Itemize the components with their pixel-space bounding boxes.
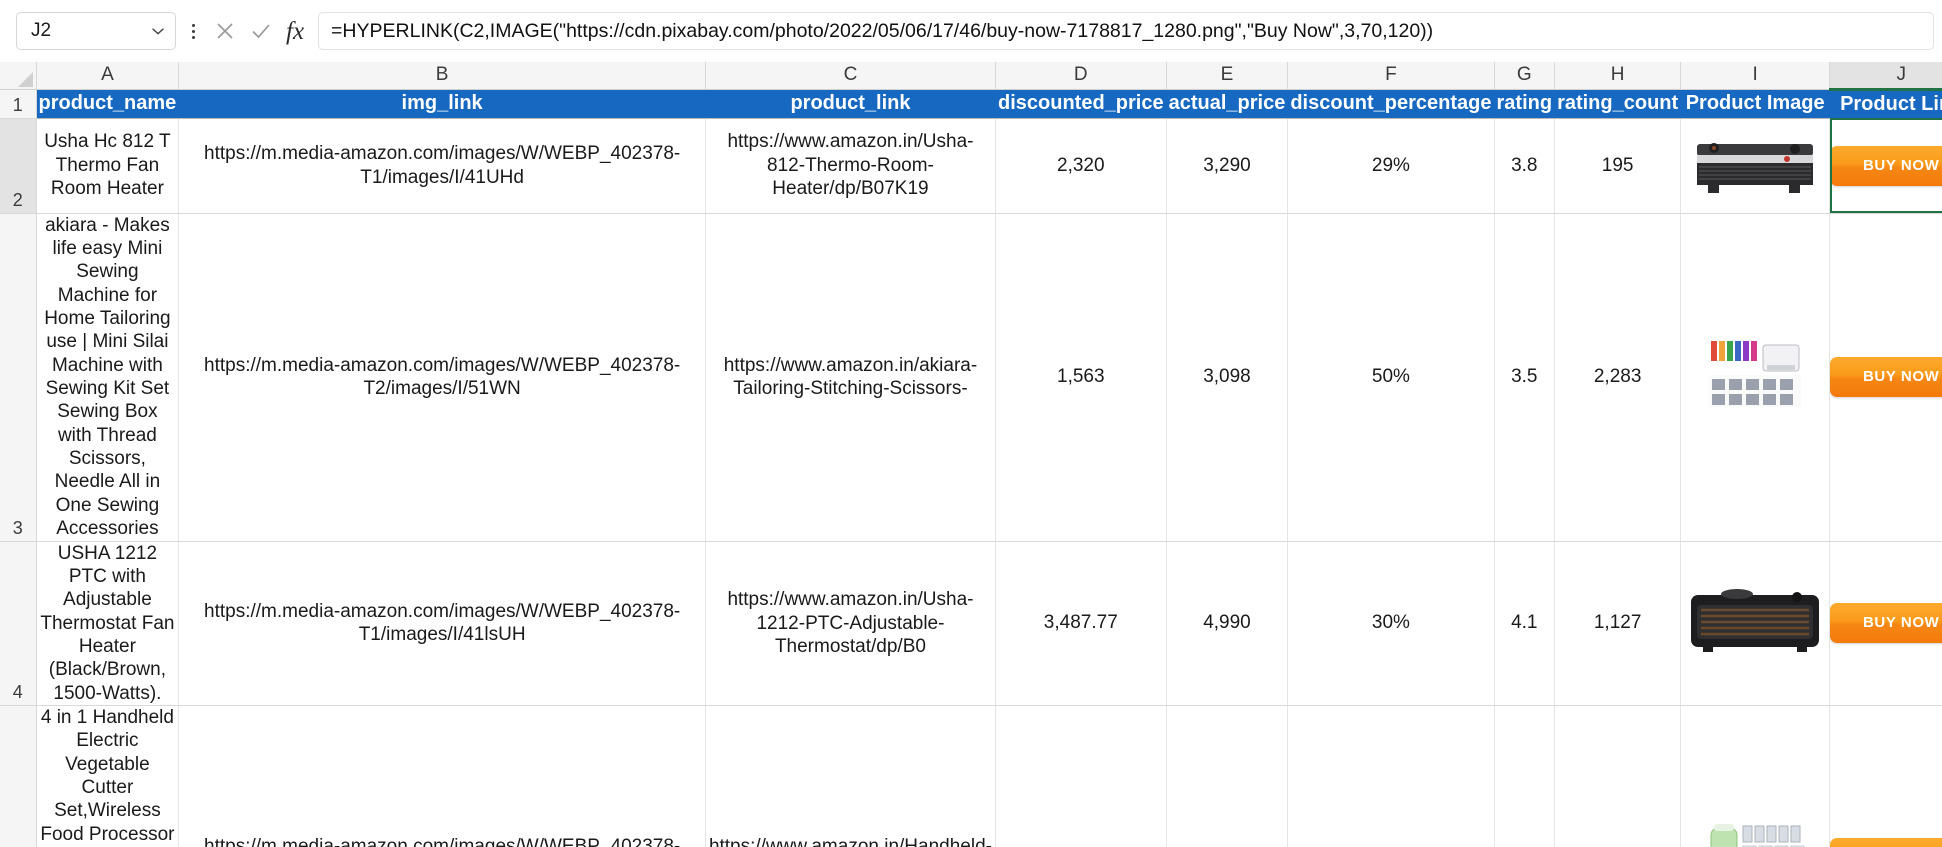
column-header-row: A B C D E F G H I J K [0,62,1942,91]
column-header-i[interactable]: I [1680,62,1831,90]
name-box[interactable]: J2 [16,12,176,50]
cell-discount-percentage[interactable]: 50% [1287,213,1495,542]
cell-actual-price[interactable]: 4,990 [1166,541,1289,707]
fx-icon[interactable]: fx [284,19,306,44]
cell-discount-percentage[interactable]: 29% [1287,118,1495,214]
cell-buy-now-button[interactable]: BUY NOW [1829,118,1942,214]
cell-discount-percentage[interactable]: 30% [1287,541,1495,707]
cell-product-link[interactable]: https://www.amazon.in/Usha-1212-PTC-Adju… [705,541,996,707]
spreadsheet-grid[interactable]: A B C D E F G H I J K 1 product_name img… [0,62,1942,847]
row-number-1[interactable]: 1 [0,89,37,119]
select-all-triangle-icon [17,71,33,87]
cell-product-name[interactable]: akiara - Makes life easy Mini Sewing Mac… [36,213,180,542]
column-header-g[interactable]: G [1494,62,1556,90]
header-product-image: Product Image [1680,89,1831,119]
cell-discount-percentage[interactable]: 59% [1287,705,1495,847]
cell-product-image[interactable] [1680,213,1831,542]
cell-discounted-price[interactable]: 2,320 [995,118,1167,214]
enter-check-icon[interactable] [248,18,274,44]
column-header-c[interactable]: C [705,62,996,90]
cell-product-image[interactable] [1680,705,1831,847]
cell-discounted-price[interactable]: 498 [995,705,1167,847]
header-rating: rating [1494,89,1556,119]
header-product-link-col: Product Link [1829,89,1942,119]
formula-bar: J2 fx =HYPERLINK(C2,IMAGE("https://cdn.p… [0,0,1942,62]
cancel-x-icon[interactable] [212,18,238,44]
cell-product-link[interactable]: https://www.amazon.in/akiara-Tailoring-S… [705,213,996,542]
cell-product-link[interactable]: https://www.amazon.in/Usha-812-Thermo-Ro… [705,118,996,214]
buy-now-button[interactable]: BUY NOW [1830,145,1942,186]
cell-img-link[interactable]: https://m.media-amazon.com/images/W/WEBP… [178,118,706,214]
cell-img-link[interactable]: https://m.media-amazon.com/images/W/WEBP… [178,705,706,847]
cell-buy-now-button[interactable]: BUY NOW [1829,541,1942,707]
row-number-2[interactable]: 2 [0,118,37,214]
table-row: 3 akiara - Makes life easy Mini Sewing M… [0,213,1942,542]
cell-rating-count[interactable]: 1,127 [1554,541,1682,707]
fan-heater-photo [1681,583,1829,657]
cell-img-link[interactable]: https://m.media-amazon.com/images/W/WEBP… [178,541,706,707]
column-header-e[interactable]: E [1166,62,1289,90]
header-actual-price: actual_price [1166,89,1289,119]
header-img-link: img_link [178,89,706,119]
column-header-d[interactable]: D [995,62,1167,90]
table-row: 5 4 in 1 Handheld Electric Vegetable Cut… [0,705,1942,847]
sewing-machine-photo [1681,337,1829,411]
buy-now-button[interactable]: BUY NOW [1830,603,1942,644]
table-header-row: 1 product_name img_link product_link dis… [0,89,1942,119]
cell-img-link[interactable]: https://m.media-amazon.com/images/W/WEBP… [178,213,706,542]
select-all-corner[interactable] [0,62,37,90]
table-row: 4 USHA 1212 PTC with Adjustable Thermost… [0,541,1942,707]
cell-product-image[interactable] [1680,541,1831,707]
cell-rating[interactable]: 3.8 [1494,118,1556,214]
cell-rating-count[interactable]: 113 [1554,705,1682,847]
cell-actual-price[interactable]: 3,290 [1166,118,1289,214]
cell-rating-count[interactable]: 2,283 [1554,213,1682,542]
cell-actual-price[interactable]: 3,098 [1166,213,1289,542]
row-number-5[interactable]: 5 [0,705,37,847]
header-discounted-price: discounted_price [995,89,1167,119]
table-row: 2 Usha Hc 812 T Thermo Fan Room Heater h… [0,118,1942,214]
chevron-down-icon[interactable] [149,22,167,40]
kebab-menu-icon[interactable] [180,12,206,50]
cell-actual-price[interactable]: 1,200 [1166,705,1289,847]
column-header-b[interactable]: B [178,62,706,90]
formula-input[interactable]: =HYPERLINK(C2,IMAGE("https://cdn.pixabay… [318,12,1934,50]
column-header-j[interactable]: J [1829,62,1942,91]
cell-rating[interactable]: 4.1 [1494,541,1556,707]
header-product-link: product_link [705,89,996,119]
header-product-name: product_name [36,89,180,119]
sheet-table: A B C D E F G H I J K 1 product_name img… [0,62,1942,847]
cell-rating-count[interactable]: 195 [1554,118,1682,214]
cell-discounted-price[interactable]: 1,563 [995,213,1167,542]
header-rating-count: rating_count [1554,89,1682,119]
cell-buy-now-button[interactable]: BUY NOW [1829,705,1942,847]
cell-product-link[interactable]: https://www.amazon.in/Handheld-Electric-… [705,705,996,847]
cell-product-name[interactable]: 4 in 1 Handheld Electric Vegetable Cutte… [36,705,180,847]
column-header-h[interactable]: H [1554,62,1682,90]
name-box-value: J2 [31,20,52,41]
row-number-3[interactable]: 3 [0,213,37,542]
cell-product-name[interactable]: USHA 1212 PTC with Adjustable Thermostat… [36,541,180,707]
cell-buy-now-button[interactable]: BUY NOW [1829,213,1942,542]
cell-discounted-price[interactable]: 3,487.77 [995,541,1167,707]
room-heater-photo [1681,126,1829,200]
buy-now-button[interactable]: BUY NOW [1830,837,1942,847]
cell-rating[interactable]: 3.5 [1494,213,1556,542]
cell-rating[interactable]: 3.2 [1494,705,1556,847]
vegetable-cutter-photo [1681,818,1829,847]
buy-now-button[interactable]: BUY NOW [1830,357,1942,398]
cell-product-image[interactable] [1680,118,1831,214]
header-discount-percentage: discount_percentage [1287,89,1495,119]
cell-product-name[interactable]: Usha Hc 812 T Thermo Fan Room Heater [36,118,180,214]
column-header-a[interactable]: A [36,62,180,90]
row-number-4[interactable]: 4 [0,541,37,707]
column-header-f[interactable]: F [1287,62,1495,90]
